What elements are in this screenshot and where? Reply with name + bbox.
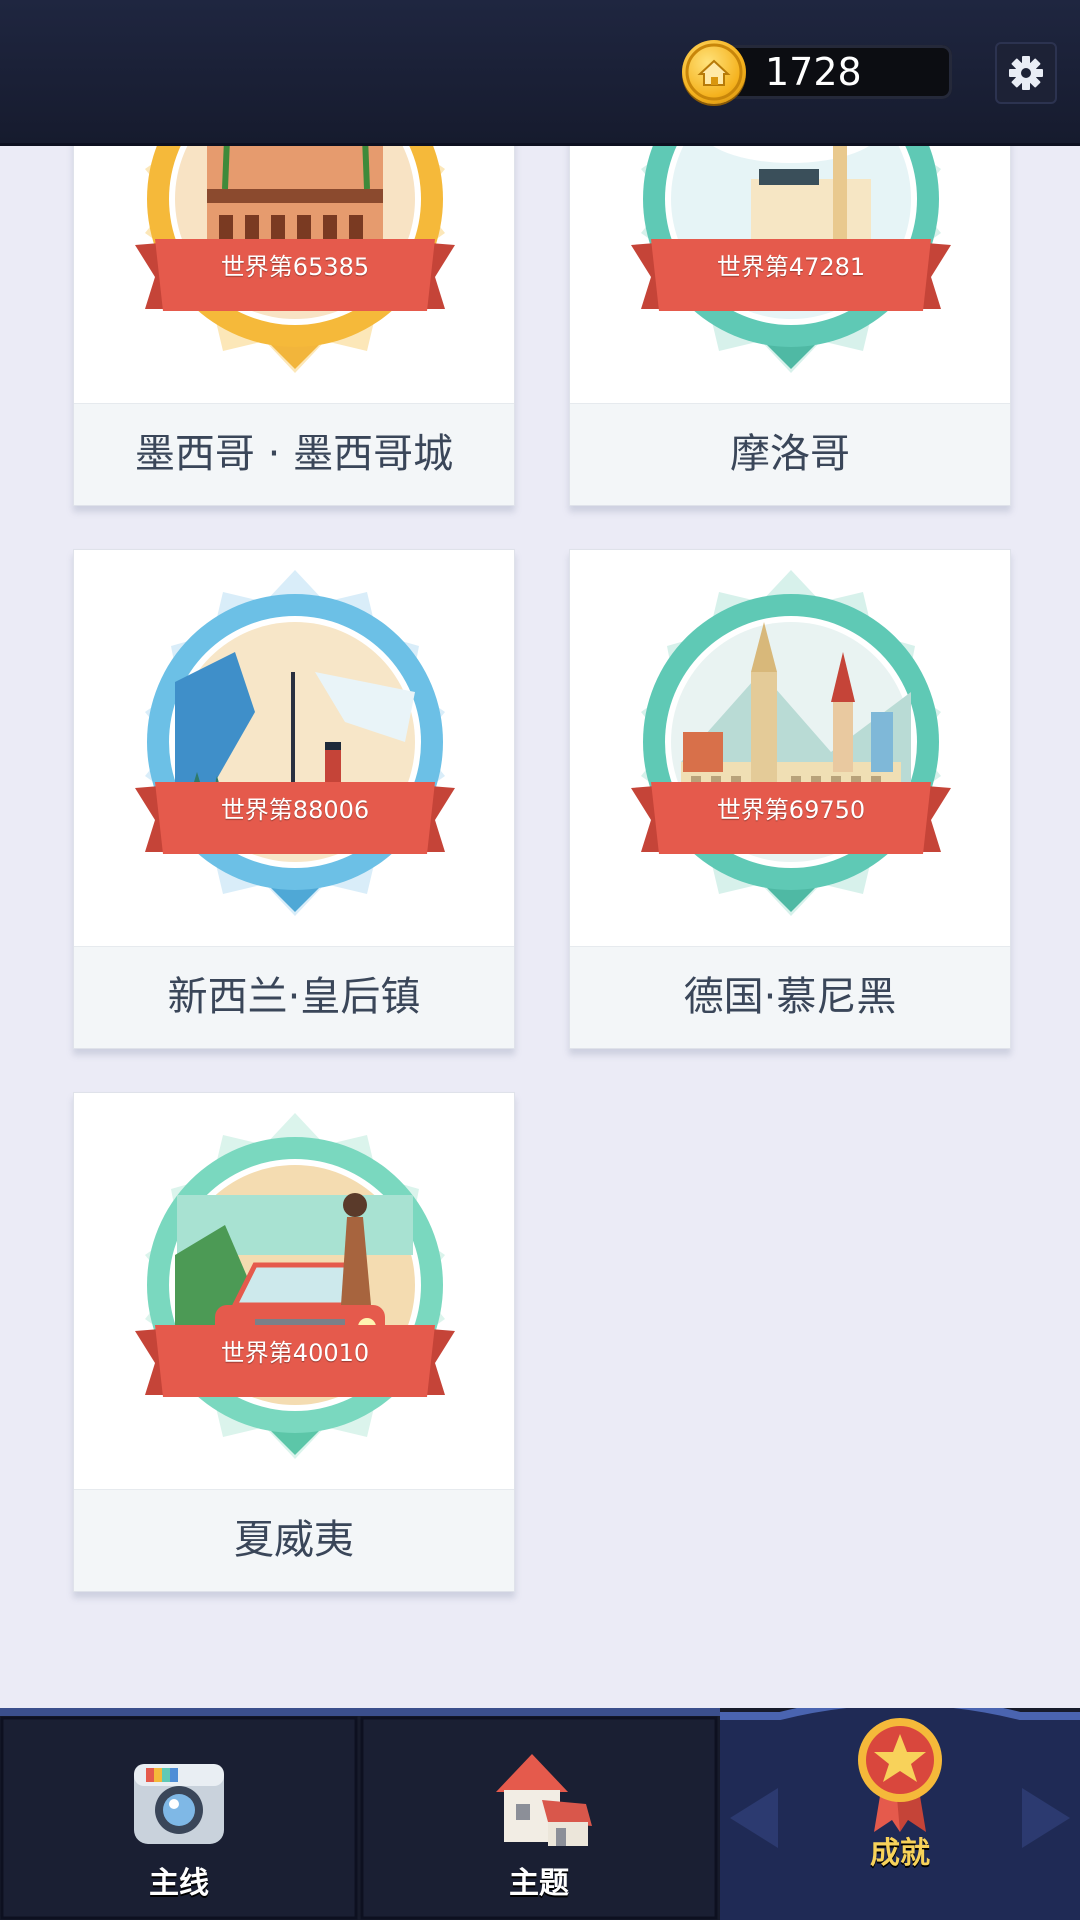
- tab-label: 成就: [870, 1836, 930, 1871]
- world-rank: 世界第47281: [716, 253, 866, 281]
- gear-icon: [1009, 56, 1043, 90]
- card-title: 摩洛哥: [730, 431, 850, 477]
- tab-achievements[interactable]: 成就: [720, 1708, 1080, 1920]
- tab-theme[interactable]: 主题: [360, 1708, 718, 1920]
- tab-label: 主题: [509, 1866, 569, 1901]
- tab-main-line[interactable]: 主线: [0, 1708, 358, 1920]
- world-rank: 世界第88006: [220, 796, 370, 824]
- camera-icon: [134, 1764, 224, 1844]
- settings-button[interactable]: [995, 42, 1057, 104]
- achievement-card-mexico[interactable]: 世界第65385 墨西哥 · 墨西哥城: [73, 146, 515, 506]
- card-title: 夏威夷: [234, 1517, 354, 1563]
- bottom-navigation: 主线 主题 成就: [0, 1708, 1080, 1920]
- star-medal-icon: [858, 1718, 942, 1832]
- house-icon: [496, 1754, 592, 1846]
- munich-badge-icon: [631, 570, 951, 916]
- world-rank: 世界第65385: [220, 253, 370, 281]
- hawaii-badge-icon: [135, 1113, 455, 1459]
- world-rank: 世界第69750: [716, 796, 866, 824]
- achievement-card-munich[interactable]: 世界第69750 德国·慕尼黑: [569, 549, 1011, 1049]
- card-title: 墨西哥 · 墨西哥城: [134, 431, 454, 477]
- achievement-card-hawaii[interactable]: 世界第40010 夏威夷: [73, 1092, 515, 1592]
- tab-label: 主线: [149, 1866, 209, 1901]
- coin-count: 1728: [765, 50, 862, 94]
- achievement-card-morocco[interactable]: 世界第47281 摩洛哥: [569, 146, 1011, 506]
- gold-coin-house-icon: [682, 40, 746, 104]
- queenstown-badge-icon: [135, 570, 455, 916]
- card-title: 德国·慕尼黑: [683, 974, 897, 1020]
- world-rank: 世界第40010: [220, 1339, 370, 1367]
- achievement-card-queenstown[interactable]: 世界第88006 新西兰·皇后镇: [73, 549, 515, 1049]
- achievement-list[interactable]: 世界第65385 墨西哥 · 墨西哥城 世界第47281 摩洛哥 世界第8800…: [0, 146, 1080, 1708]
- card-title: 新西兰·皇后镇: [167, 974, 421, 1020]
- top-bar: 1728: [0, 0, 1080, 146]
